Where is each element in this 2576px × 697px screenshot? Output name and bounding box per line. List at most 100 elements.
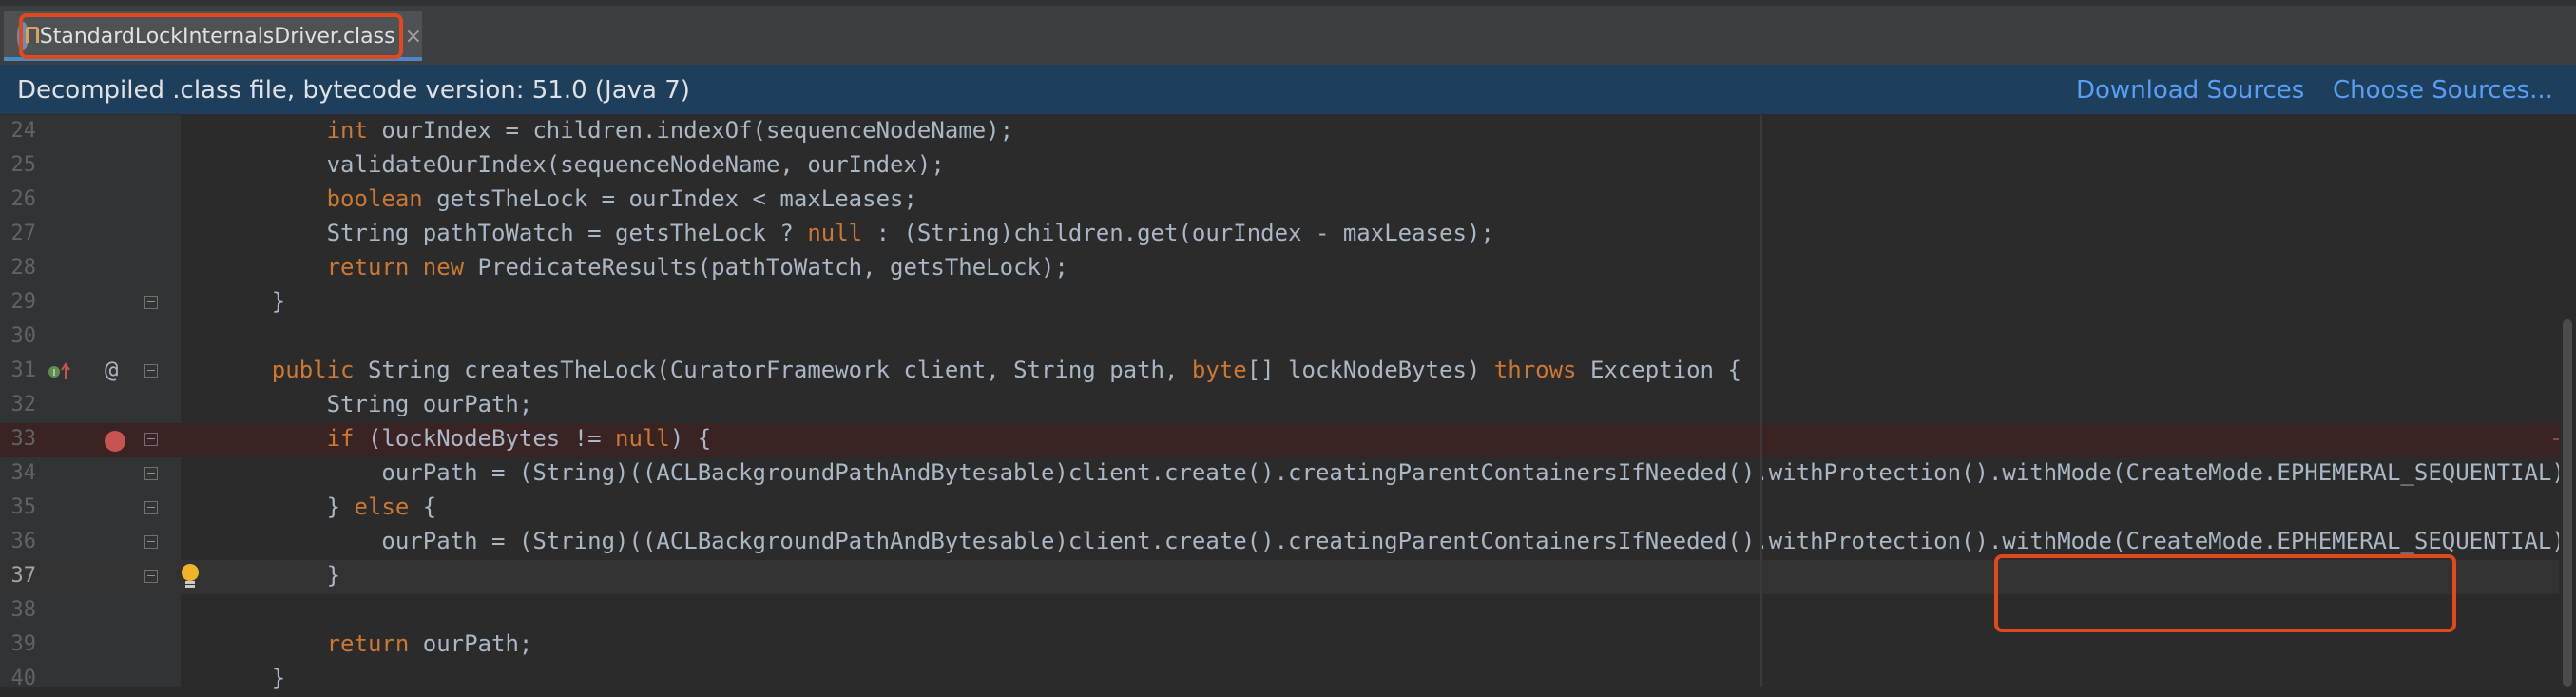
code-line-35[interactable]: 35 } else { xyxy=(0,492,2576,526)
code-line-33[interactable]: 33 if (lockNodeBytes != null) { xyxy=(0,423,2576,457)
line-number: 25 xyxy=(10,153,37,177)
download-sources-link[interactable]: Download Sources xyxy=(2076,76,2304,105)
keyword-token: null xyxy=(615,425,670,452)
code-line-31[interactable]: 31 I @ public String createsTheLock(Curato… xyxy=(0,355,2576,389)
code-line-40[interactable]: 40 } xyxy=(0,663,2576,697)
code-text: String ourPath; xyxy=(217,391,533,417)
line-number: 28 xyxy=(10,256,37,280)
code-token: } xyxy=(326,562,341,589)
code-text: int ourIndex = children.indexOf(sequence… xyxy=(217,117,1013,144)
annotation-marker-icon[interactable]: @ xyxy=(105,357,118,383)
line-number: 30 xyxy=(10,324,37,348)
keyword-token: return new xyxy=(326,254,465,281)
line-number: 40 xyxy=(10,667,37,690)
create-mode-highlight-box xyxy=(1994,554,2456,632)
code-text: ourPath = (String)((ACLBackgroundPathAnd… xyxy=(217,528,2576,554)
code-text: return ourPath; xyxy=(217,630,533,657)
code-token: Exception { xyxy=(1576,357,1741,383)
code-text: public String createsTheLock(CuratorFram… xyxy=(217,357,1741,383)
code-line-34[interactable]: 34 ourPath = (String)((ACLBackgroundPath… xyxy=(0,457,2576,492)
fold-marker-icon[interactable] xyxy=(144,570,158,583)
editor-tab-bar: StandardLockInternalsDriver.class × xyxy=(0,0,2576,66)
line-number: 29 xyxy=(10,290,37,314)
code-text: ourPath = (String)((ACLBackgroundPathAnd… xyxy=(217,459,2576,486)
keyword-token: null xyxy=(807,220,863,246)
keyword-token: return xyxy=(326,630,410,657)
code-token: PredicateResults(pathToWatch, getsTheLoc… xyxy=(464,254,1068,281)
code-text: } xyxy=(217,665,285,691)
keyword-token: public xyxy=(271,357,355,383)
code-text: } xyxy=(217,562,340,589)
code-token: : (String)children.get(ourIndex - maxLea… xyxy=(862,220,1494,246)
code-token: (lockNodeBytes != xyxy=(354,425,616,452)
scrollbar-thumb[interactable] xyxy=(2563,319,2572,687)
keyword-token: throws xyxy=(1493,357,1577,383)
code-token: } xyxy=(326,494,355,520)
line-number: 35 xyxy=(10,495,37,519)
code-token: } xyxy=(271,288,286,315)
keyword-token: byte xyxy=(1191,357,1247,383)
line-number: 36 xyxy=(10,530,37,553)
implements-method-icon[interactable]: I xyxy=(48,360,72,383)
line-number: 32 xyxy=(10,393,37,416)
keyword-token: else xyxy=(354,494,410,520)
code-text: } else { xyxy=(217,494,437,520)
line-number: 39 xyxy=(10,632,37,656)
code-token: } xyxy=(271,665,286,691)
fold-marker-icon[interactable] xyxy=(144,467,158,480)
line-number: 31 xyxy=(10,358,37,382)
code-text: boolean getsTheLock = ourIndex < maxLeas… xyxy=(217,185,917,212)
code-token: String pathToWatch = getsTheLock ? xyxy=(326,220,808,246)
fold-marker-icon[interactable] xyxy=(144,364,158,378)
code-token: validateOurIndex(sequenceNodeName, ourIn… xyxy=(326,151,945,178)
fold-marker-icon[interactable] xyxy=(144,433,158,446)
code-text: String pathToWatch = getsTheLock ? null … xyxy=(217,220,1494,246)
tab-highlight-box xyxy=(19,13,403,59)
code-token: String createsTheLock(CuratorFramework c… xyxy=(354,357,1192,383)
right-margin-guide xyxy=(1760,115,1762,687)
keyword-token: int xyxy=(326,117,368,144)
line-number: 37 xyxy=(10,564,37,588)
tab-close-icon[interactable]: × xyxy=(405,25,422,48)
svg-text:I: I xyxy=(53,368,56,378)
breakpoint-icon[interactable] xyxy=(105,431,125,452)
lightbulb-icon[interactable] xyxy=(179,562,202,592)
code-line-28[interactable]: 28 return new PredicateResults(pathToWat… xyxy=(0,252,2576,286)
top-strip xyxy=(0,0,2576,6)
code-line-30[interactable]: 30 xyxy=(0,320,2576,355)
code-editor[interactable]: 24 int ourIndex = children.indexOf(seque… xyxy=(0,115,2576,691)
code-line-24[interactable]: 24 int ourIndex = children.indexOf(seque… xyxy=(0,115,2576,149)
code-token: [] lockNodeBytes) xyxy=(1246,357,1494,383)
code-line-32[interactable]: 32 String ourPath; xyxy=(0,389,2576,423)
code-token: ourIndex = children.indexOf(sequenceNode… xyxy=(367,117,1014,144)
code-line-39[interactable]: 39 return ourPath; xyxy=(0,629,2576,663)
fold-marker-icon[interactable] xyxy=(144,296,158,309)
keyword-token: boolean xyxy=(326,185,423,212)
fold-marker-icon[interactable] xyxy=(144,501,158,514)
line-number: 33 xyxy=(10,427,37,451)
line-number: 27 xyxy=(10,222,37,245)
keyword-token: if xyxy=(326,425,355,452)
code-token: { xyxy=(409,494,437,520)
line-number: 26 xyxy=(10,187,37,211)
line-number: 24 xyxy=(10,119,37,143)
code-line-27[interactable]: 27 String pathToWatch = getsTheLock ? nu… xyxy=(0,218,2576,252)
code-token: getsTheLock = ourIndex < maxLeases; xyxy=(422,185,917,212)
code-text: return new PredicateResults(pathToWatch,… xyxy=(217,254,1068,281)
code-text: validateOurIndex(sequenceNodeName, ourIn… xyxy=(217,151,945,178)
code-line-29[interactable]: 29 } xyxy=(0,286,2576,320)
decompiled-info-bar: Decompiled .class file, bytecode version… xyxy=(0,65,2576,115)
code-line-26[interactable]: 26 boolean getsTheLock = ourIndex < maxL… xyxy=(0,184,2576,218)
decompiled-message: Decompiled .class file, bytecode version… xyxy=(17,76,690,105)
code-token: ourPath; xyxy=(409,630,533,657)
line-number: 38 xyxy=(10,598,37,622)
code-line-25[interactable]: 25 validateOurIndex(sequenceNodeName, ou… xyxy=(0,149,2576,184)
choose-sources-link[interactable]: Choose Sources... xyxy=(2333,76,2553,105)
line-number: 34 xyxy=(10,461,37,485)
code-text: } xyxy=(217,288,285,315)
code-token: ourPath = (String)((ACLBackgroundPathAnd… xyxy=(381,528,2576,554)
code-token: ) { xyxy=(669,425,712,452)
code-token: ourPath = (String)((ACLBackgroundPathAnd… xyxy=(381,459,2576,486)
fold-marker-icon[interactable] xyxy=(144,535,158,549)
code-text: if (lockNodeBytes != null) { xyxy=(217,425,712,452)
